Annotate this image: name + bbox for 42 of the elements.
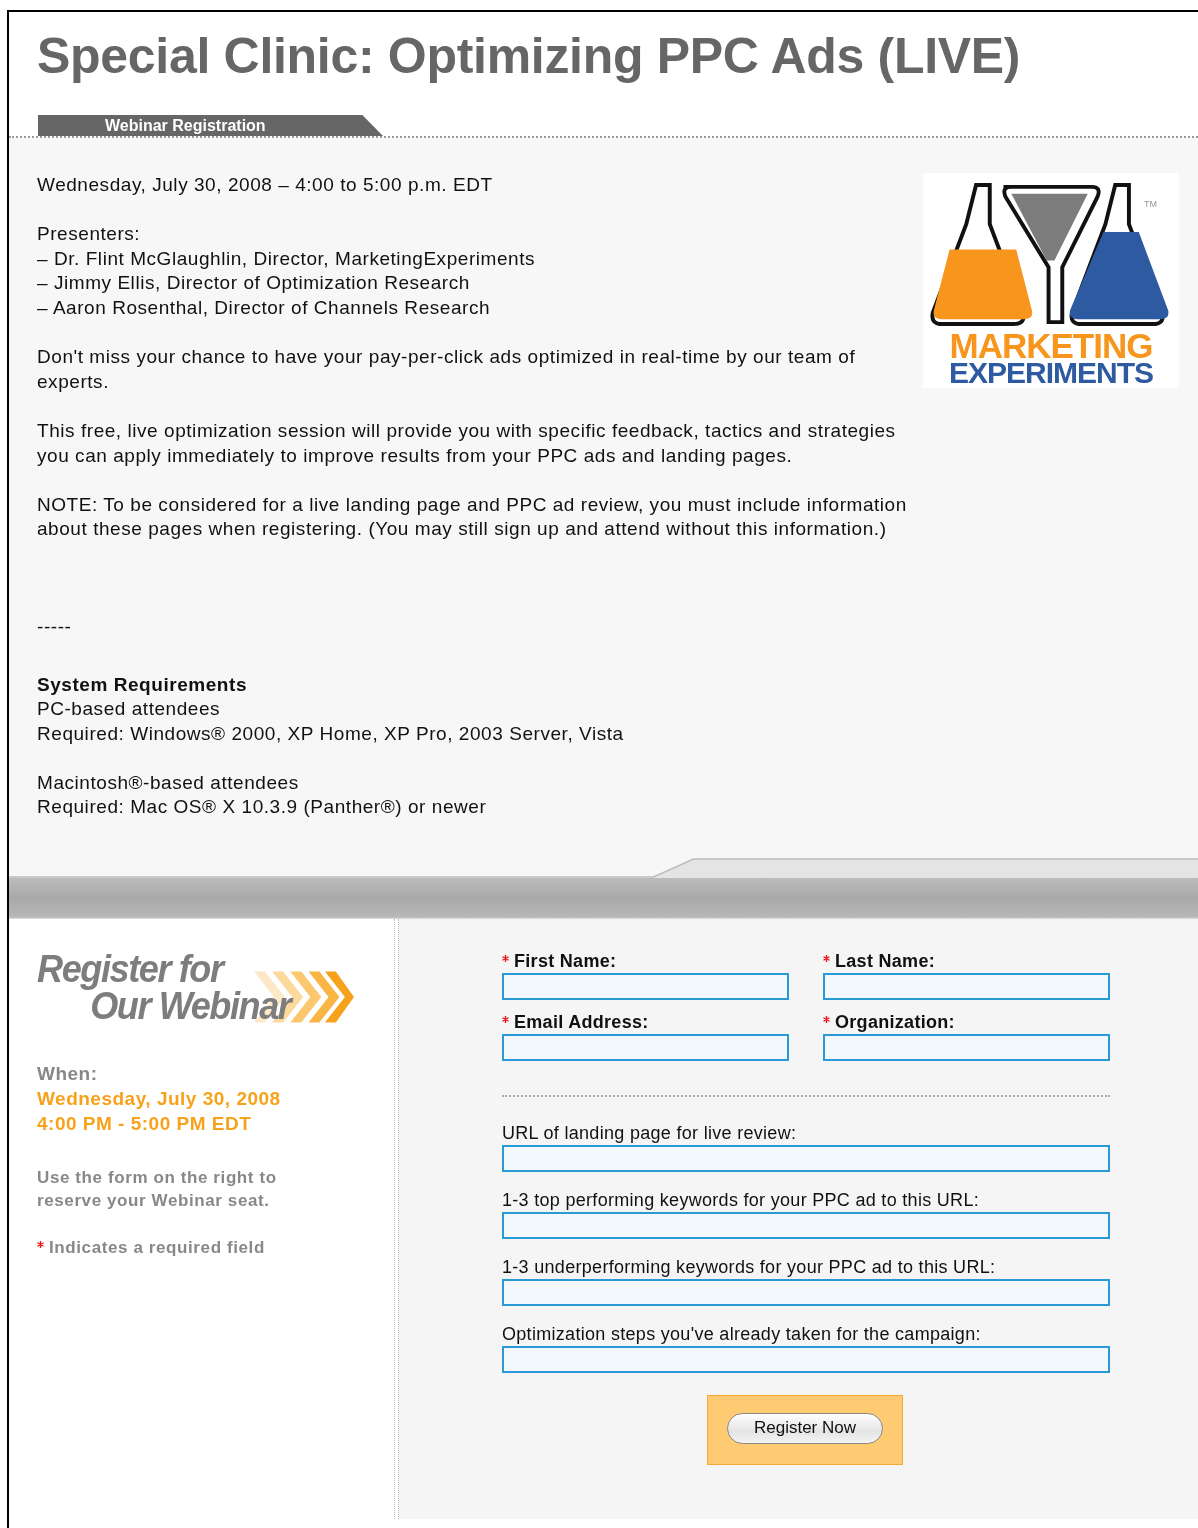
input-field[interactable] xyxy=(502,1033,789,1061)
field-label: 1-3 top performing keywords for your PPC ad to this URL: xyxy=(502,1190,979,1212)
presenter-line: – Aaron Rosenthal, Director of Channels Research xyxy=(37,295,492,320)
page-title: Special Clinic: Optimizing PPC Ads (LIVE) xyxy=(37,27,1022,86)
field-label: Email Address: xyxy=(514,1012,649,1034)
field-label: First Name: xyxy=(514,951,617,973)
event-date: Wednesday, July 30, 2008 – 4:00 to 5:00 p.m. EDT xyxy=(37,173,494,197)
logo-text: EXPERIMENTS xyxy=(948,360,1153,386)
instructions-text: Use the form on the right to reserve your Webinar seat. xyxy=(37,1166,278,1212)
event-time: 4:00 PM - 5:00 PM EDT xyxy=(37,1111,253,1136)
requirement-line: Macintosh®-based attendees xyxy=(37,770,300,795)
input-field[interactable] xyxy=(823,1033,1110,1061)
requirements-heading: System Requirements xyxy=(37,672,249,697)
paragraph: Don't miss your chance to have your pay-per-click ads optimized in real-time by our team of experts. xyxy=(37,345,857,394)
required-note: Indicates a required field xyxy=(49,1237,265,1258)
presenter-line: – Jimmy Ellis, Director of Optimization Research xyxy=(37,271,471,296)
separator-text: ----- xyxy=(37,614,73,639)
field-label: Optimization steps you've already taken for the campaign: xyxy=(502,1324,981,1346)
paragraph: NOTE: To be considered for a live landing page and PPC ad review, you must include information about these pages when registering. (You may still sign up and attend without this information.) xyxy=(37,492,908,542)
field-label: 1-3 underperforming keywords for your PPC ad to this URL: xyxy=(502,1257,996,1279)
requirement-line: Required: Windows® 2000, XP Home, XP Pro, 2003 Server, Vista xyxy=(37,721,625,746)
input-field[interactable] xyxy=(502,1345,1110,1373)
register-heading: Register for xyxy=(37,950,226,988)
field-label: URL of landing page for live review: xyxy=(502,1123,797,1145)
logo-text: MARKETING xyxy=(949,332,1153,360)
field-label: Last Name: xyxy=(835,951,936,973)
input-field[interactable] xyxy=(823,972,1110,1000)
input-field[interactable] xyxy=(502,1144,1110,1172)
register-button[interactable]: Register Now xyxy=(727,1412,883,1444)
event-time: Wednesday, July 30, 2008 xyxy=(37,1086,282,1111)
trademark-mark: TM xyxy=(1144,199,1157,209)
asterisk-icon xyxy=(37,1241,44,1249)
requirement-line: PC-based attendees xyxy=(37,697,222,722)
when-label: When: xyxy=(37,1061,99,1086)
input-field[interactable] xyxy=(502,1278,1110,1306)
input-field[interactable] xyxy=(502,972,789,1000)
presenters-heading: Presenters: xyxy=(37,222,142,247)
input-field[interactable] xyxy=(502,1211,1110,1239)
field-label: Organization: xyxy=(835,1012,955,1034)
paragraph: This free, live optimization session will provide you with specific feedback, tactics and strategies you can apply immediately to improve results from your PPC ads and landing pages. xyxy=(37,418,897,468)
presenter-line: – Dr. Flint McGlaughlin, Director, MarketingExperiments xyxy=(37,246,537,271)
requirement-line: Required: Mac OS® X 10.3.9 (Panther®) or newer xyxy=(37,795,488,820)
